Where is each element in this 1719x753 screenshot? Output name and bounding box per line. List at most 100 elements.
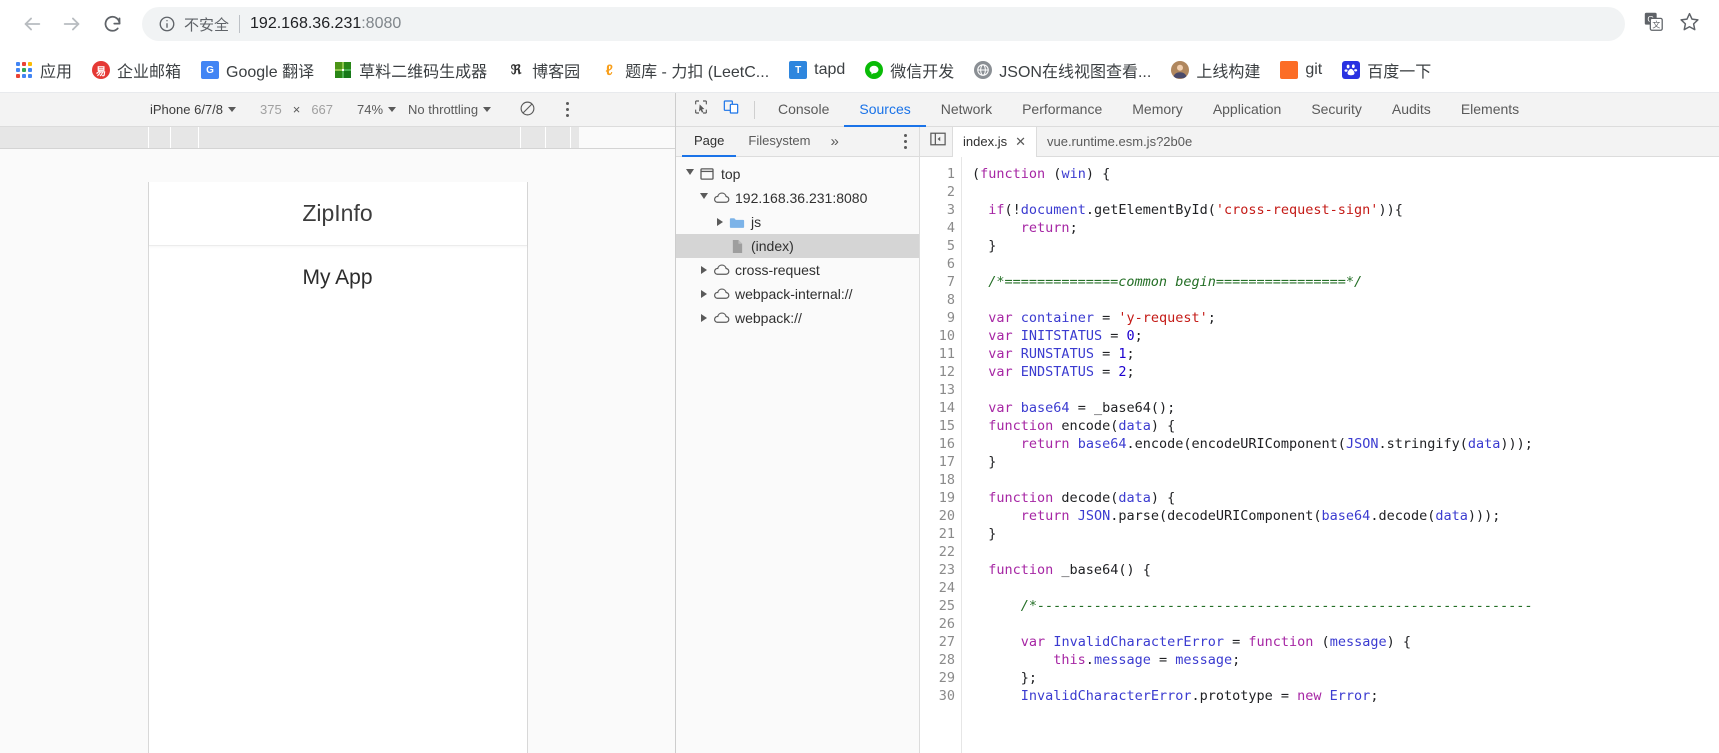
code-line: var base64 = _base64(); — [988, 400, 1176, 416]
toolbar-divider — [754, 100, 755, 119]
bookmark-tapd[interactable]: T tapd — [780, 56, 854, 84]
toggle-device-toolbar-button[interactable] — [716, 97, 746, 123]
file-tab-label: vue.runtime.esm.js?2b0e — [1046, 134, 1193, 149]
bookmark-caoliao-qrcode[interactable]: 草料二维码生成器 — [325, 53, 496, 87]
navigator-more-icon — [904, 134, 907, 137]
nav-tab-page[interactable]: Page — [682, 127, 737, 157]
url-host: 192.168.36.231 — [250, 15, 362, 32]
bookmark-qiye-mail[interactable]: 易 企业邮箱 — [83, 53, 190, 87]
tree-item-top[interactable]: top — [676, 162, 919, 186]
tab-performance[interactable]: Performance — [1007, 93, 1117, 127]
bookmark-label: 企业邮箱 — [117, 64, 182, 81]
main-area: iPhone 6/7/8 375 × 667 74% No throttling — [0, 93, 1719, 753]
security-status-label: 不安全 — [184, 16, 230, 34]
tab-console[interactable]: Console — [763, 93, 844, 127]
file-tab-vue-runtime[interactable]: vue.runtime.esm.js?2b0e — [1037, 127, 1202, 157]
code-line: return JSON.parse(decodeURIComponent(bas… — [1020, 508, 1501, 524]
device-width-input[interactable]: 375 — [260, 102, 282, 117]
file-tab-label: index.js — [963, 134, 1008, 149]
bookmark-label: 百度一下 — [1367, 64, 1432, 81]
address-bar[interactable]: 不安全 192.168.36.231:8080 — [142, 7, 1625, 41]
line-number: 20 — [938, 508, 955, 524]
tree-item-index[interactable]: (index) — [676, 234, 919, 258]
reload-button[interactable] — [94, 6, 130, 42]
close-icon[interactable]: ✕ — [1015, 134, 1026, 150]
line-number: 25 — [938, 598, 955, 614]
bookmark-json-viewer[interactable]: JSON在线视图查看... — [965, 53, 1160, 87]
show-navigator-button[interactable] — [924, 127, 952, 157]
info-circle-icon[interactable] — [158, 15, 176, 33]
rotate-device-button[interactable] — [519, 100, 536, 120]
tree-item-webpack-internal[interactable]: webpack-internal:// — [676, 282, 919, 306]
chevron-down-icon[interactable] — [684, 168, 696, 180]
line-number: 21 — [938, 526, 955, 542]
bookmark-build-deploy[interactable]: 上线构建 — [1162, 53, 1269, 87]
device-select[interactable]: iPhone 6/7/8 — [150, 102, 237, 117]
tab-elements[interactable]: Elements — [1446, 93, 1534, 127]
tree-item-origin[interactable]: 192.168.36.231:8080 — [676, 186, 919, 210]
star-icon — [1679, 11, 1700, 37]
bookmark-wechat-dev[interactable]: 微信开发 — [856, 53, 963, 87]
code-line: } — [972, 238, 997, 254]
tree-item-cross-request[interactable]: cross-request — [676, 258, 919, 282]
folder-icon — [728, 214, 746, 230]
tab-security[interactable]: Security — [1296, 93, 1377, 127]
bookmark-label: tapd — [814, 61, 846, 78]
code-lines[interactable]: (function (win) { if(!document.getElemen… — [962, 157, 1719, 753]
forward-button[interactable] — [54, 6, 90, 42]
throttling-select[interactable]: No throttling — [408, 102, 492, 117]
file-tab-index-js[interactable]: index.js ✕ — [952, 126, 1037, 157]
code-line: return; — [1020, 220, 1078, 236]
line-number: 13 — [938, 382, 955, 398]
tab-application[interactable]: Application — [1198, 93, 1297, 127]
code-editor[interactable]: 1 2 3 4 5 6 7 8 9 10 11 12 13 14 15 16 1… — [920, 157, 1719, 753]
bookmark-label: 题库 - 力扣 (LeetC... — [625, 64, 770, 81]
nav-tab-filesystem[interactable]: Filesystem — [736, 127, 822, 157]
zoom-select[interactable]: 74% — [357, 102, 397, 117]
chevron-right-icon[interactable] — [698, 264, 710, 276]
bookmark-google-translate[interactable]: G Google 翻译 — [192, 53, 323, 87]
tab-network[interactable]: Network — [926, 93, 1007, 127]
tree-item-js-folder[interactable]: js — [676, 210, 919, 234]
chevron-right-icon[interactable] — [714, 216, 726, 228]
bookmark-button[interactable] — [1673, 8, 1705, 40]
back-button[interactable] — [14, 6, 50, 42]
chevron-right-icon[interactable] — [698, 288, 710, 300]
device-height-input[interactable]: 667 — [311, 102, 333, 117]
tree-item-webpack[interactable]: webpack:// — [676, 306, 919, 330]
code-line: } — [972, 526, 997, 542]
bookmark-cnblogs[interactable]: ℜ 博客园 — [498, 53, 589, 87]
cloud-icon — [712, 286, 730, 302]
bookmark-leetcode[interactable]: ℓ 题库 - 力扣 (LeetC... — [591, 53, 778, 87]
tree-item-label: webpack-internal:// — [735, 286, 853, 302]
line-number: 3 — [946, 202, 955, 218]
code-line: var InvalidCharacterError = function (me… — [1020, 634, 1411, 650]
device-viewport[interactable]: ZipInfo My App — [147, 182, 528, 753]
line-number: 10 — [938, 328, 955, 344]
app-header: ZipInfo — [148, 182, 527, 246]
inspect-element-button[interactable] — [686, 97, 716, 123]
line-number: 5 — [946, 238, 955, 254]
bookmark-label: 应用 — [40, 64, 73, 81]
chevron-right-icon[interactable] — [698, 312, 710, 324]
device-more-options-button[interactable] — [566, 102, 570, 117]
bookmark-git[interactable]: git — [1271, 56, 1331, 84]
tab-label: Security — [1311, 100, 1362, 117]
sources-navigator: Page Filesystem » top 192.168.36.231:808… — [676, 127, 920, 753]
code-line: var ENDSTATUS = 2; — [988, 364, 1135, 380]
translate-button[interactable]: G文 — [1637, 8, 1669, 40]
zoom-level-label: 74% — [357, 102, 384, 117]
tab-audits[interactable]: Audits — [1377, 93, 1446, 127]
tab-sources[interactable]: Sources — [844, 93, 926, 127]
svg-text:文: 文 — [1652, 19, 1660, 29]
nav-more-tabs-button[interactable]: » — [823, 133, 847, 150]
cloud-icon — [712, 262, 730, 278]
bookmark-baidu[interactable]: 百度一下 — [1333, 53, 1440, 87]
navigator-more-button[interactable] — [904, 134, 907, 149]
tree-item-label: webpack:// — [735, 310, 802, 326]
chevron-down-icon[interactable] — [698, 192, 710, 204]
code-line: InvalidCharacterError.prototype = new Er… — [1020, 688, 1379, 704]
tab-memory[interactable]: Memory — [1117, 93, 1198, 127]
bookmark-apps[interactable]: 应用 — [6, 53, 81, 87]
code-line: (function (win) { — [972, 166, 1111, 182]
